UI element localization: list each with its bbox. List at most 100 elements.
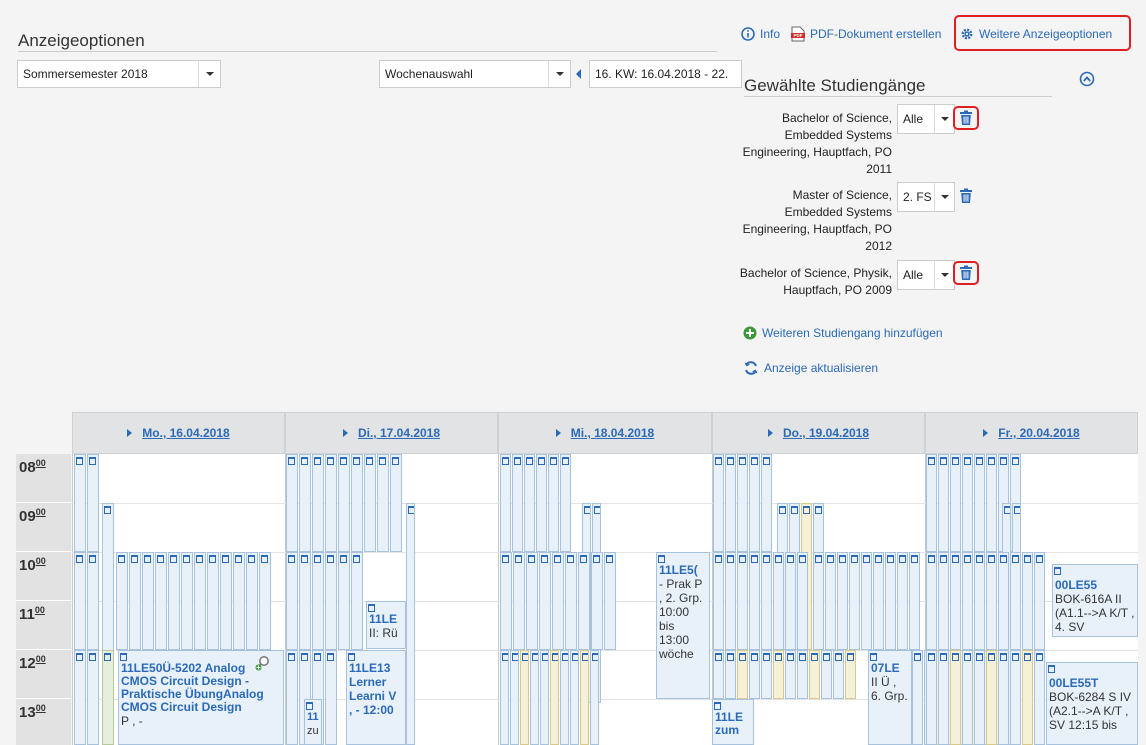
event-strip[interactable] (749, 650, 760, 699)
event-strip[interactable] (861, 552, 872, 650)
event-strip[interactable] (207, 552, 219, 650)
event-strip[interactable] (142, 552, 154, 650)
chevron-down-icon[interactable] (934, 105, 954, 133)
week-select[interactable]: 16. KW: 16.04.2018 - 22. (589, 60, 742, 88)
event-strip[interactable] (725, 650, 736, 699)
event-strip[interactable] (785, 650, 796, 699)
chevron-down-icon[interactable] (548, 61, 570, 87)
event-strip[interactable] (974, 454, 985, 552)
event-strip[interactable] (909, 552, 920, 650)
event-strip[interactable] (325, 454, 337, 552)
event-strip[interactable] (116, 552, 128, 650)
event-strip[interactable] (1010, 650, 1021, 745)
study-program-3-semester-select[interactable]: Alle (897, 260, 955, 290)
event-strip[interactable] (560, 454, 571, 552)
event-strip[interactable] (737, 454, 748, 552)
event-strip[interactable] (325, 552, 337, 650)
event-strip[interactable] (220, 552, 232, 650)
event-bok-616a[interactable]: 00LE55 BOK-616A II (A1.1-->A K/T , 4. SV (1052, 564, 1138, 637)
event-strip[interactable] (926, 454, 937, 552)
event-strip[interactable] (773, 650, 784, 699)
event-strip[interactable] (500, 650, 509, 745)
event-strip[interactable] (761, 552, 772, 650)
day-link[interactable]: Do., 19.04.2018 (783, 426, 869, 440)
day-link[interactable]: Fr., 20.04.2018 (998, 426, 1079, 440)
day-header-tuesday[interactable]: Di., 17.04.2018 (285, 412, 498, 454)
event-strip[interactable] (74, 650, 86, 745)
event-lerner[interactable]: 11LE13 Lerner Learni V , - 12:00 (346, 650, 406, 745)
collapse-icon[interactable] (1079, 71, 1095, 87)
event-strip[interactable] (926, 650, 937, 745)
event-strip[interactable] (897, 552, 908, 650)
event-strip[interactable] (785, 552, 796, 650)
event-strip[interactable] (246, 552, 258, 650)
event-strip[interactable] (578, 552, 590, 650)
event-11le-ii[interactable]: 11LE II: Rü (366, 601, 406, 649)
event-strip[interactable] (570, 650, 579, 745)
event-strip[interactable] (962, 650, 973, 745)
event-strip[interactable] (510, 650, 519, 745)
event-strip[interactable] (986, 454, 997, 552)
add-study-program-link[interactable]: Weiteren Studiengang hinzufügen (743, 326, 943, 340)
event-strip[interactable] (833, 650, 844, 699)
event-strip[interactable] (725, 552, 736, 650)
event-strip[interactable] (974, 650, 985, 745)
event-strip[interactable] (737, 552, 748, 650)
event-strip[interactable] (825, 552, 836, 650)
trash-icon[interactable] (959, 110, 973, 126)
event-strip[interactable] (286, 454, 298, 552)
event-strip[interactable] (849, 552, 860, 650)
chevron-down-icon[interactable] (934, 183, 954, 211)
event-strip[interactable] (725, 454, 736, 552)
event-strip[interactable] (950, 650, 961, 745)
event-strip[interactable] (986, 650, 997, 745)
event-strip[interactable] (1022, 552, 1033, 650)
event-strip[interactable] (550, 650, 559, 745)
event-strip[interactable] (837, 552, 848, 650)
event-strip[interactable] (168, 552, 180, 650)
day-header-wednesday[interactable]: Mi., 18.04.2018 (498, 412, 712, 454)
event-strip[interactable] (539, 552, 551, 650)
event-strip[interactable] (962, 552, 973, 650)
event-strip[interactable] (912, 650, 923, 745)
event-strip[interactable] (406, 503, 415, 745)
event-strip[interactable] (885, 552, 896, 650)
event-strip[interactable] (938, 454, 949, 552)
event-strip[interactable] (536, 454, 547, 552)
event-strip[interactable] (713, 454, 724, 552)
pdf-link[interactable]: PDF PDF-Dokument erstellen (791, 25, 941, 43)
refresh-display-link[interactable]: Anzeige aktualisieren (743, 360, 878, 376)
event-strip[interactable] (797, 650, 808, 699)
event-strip[interactable] (737, 650, 748, 699)
event-strip[interactable] (87, 650, 99, 745)
event-strip[interactable] (565, 552, 577, 650)
event-strip[interactable] (962, 454, 973, 552)
event-strip[interactable] (713, 552, 724, 650)
day-link[interactable]: Mo., 16.04.2018 (142, 426, 229, 440)
event-strip[interactable] (513, 552, 525, 650)
event-strip[interactable] (87, 552, 99, 650)
chevron-down-icon[interactable] (198, 61, 220, 87)
event-strip[interactable] (998, 650, 1009, 745)
day-link[interactable]: Mi., 18.04.2018 (571, 426, 654, 440)
event-strip[interactable] (526, 552, 538, 650)
event-strip[interactable] (761, 454, 772, 552)
event-11le5-praktikum[interactable]: 11LE5( - Prak P , 2. Grp. 10:00 bis 13:0… (656, 552, 710, 699)
event-strip[interactable] (102, 650, 114, 745)
day-link[interactable]: Di., 17.04.2018 (358, 426, 440, 440)
chevron-down-icon[interactable] (934, 261, 954, 289)
event-strip[interactable] (286, 650, 298, 745)
event-strip[interactable] (377, 454, 389, 552)
event-strip[interactable] (299, 454, 311, 552)
study-program-2-semester-select[interactable]: 2. FS (897, 182, 955, 212)
event-strip[interactable] (259, 552, 271, 650)
event-strip[interactable] (1034, 552, 1045, 650)
event-strip[interactable] (926, 552, 937, 650)
event-strip[interactable] (560, 650, 569, 745)
trash-icon[interactable] (959, 265, 973, 281)
event-strip[interactable] (950, 552, 961, 650)
event-strip[interactable] (312, 552, 324, 650)
event-strip[interactable] (552, 552, 564, 650)
event-strip[interactable] (591, 552, 603, 650)
event-strip[interactable] (129, 552, 141, 650)
